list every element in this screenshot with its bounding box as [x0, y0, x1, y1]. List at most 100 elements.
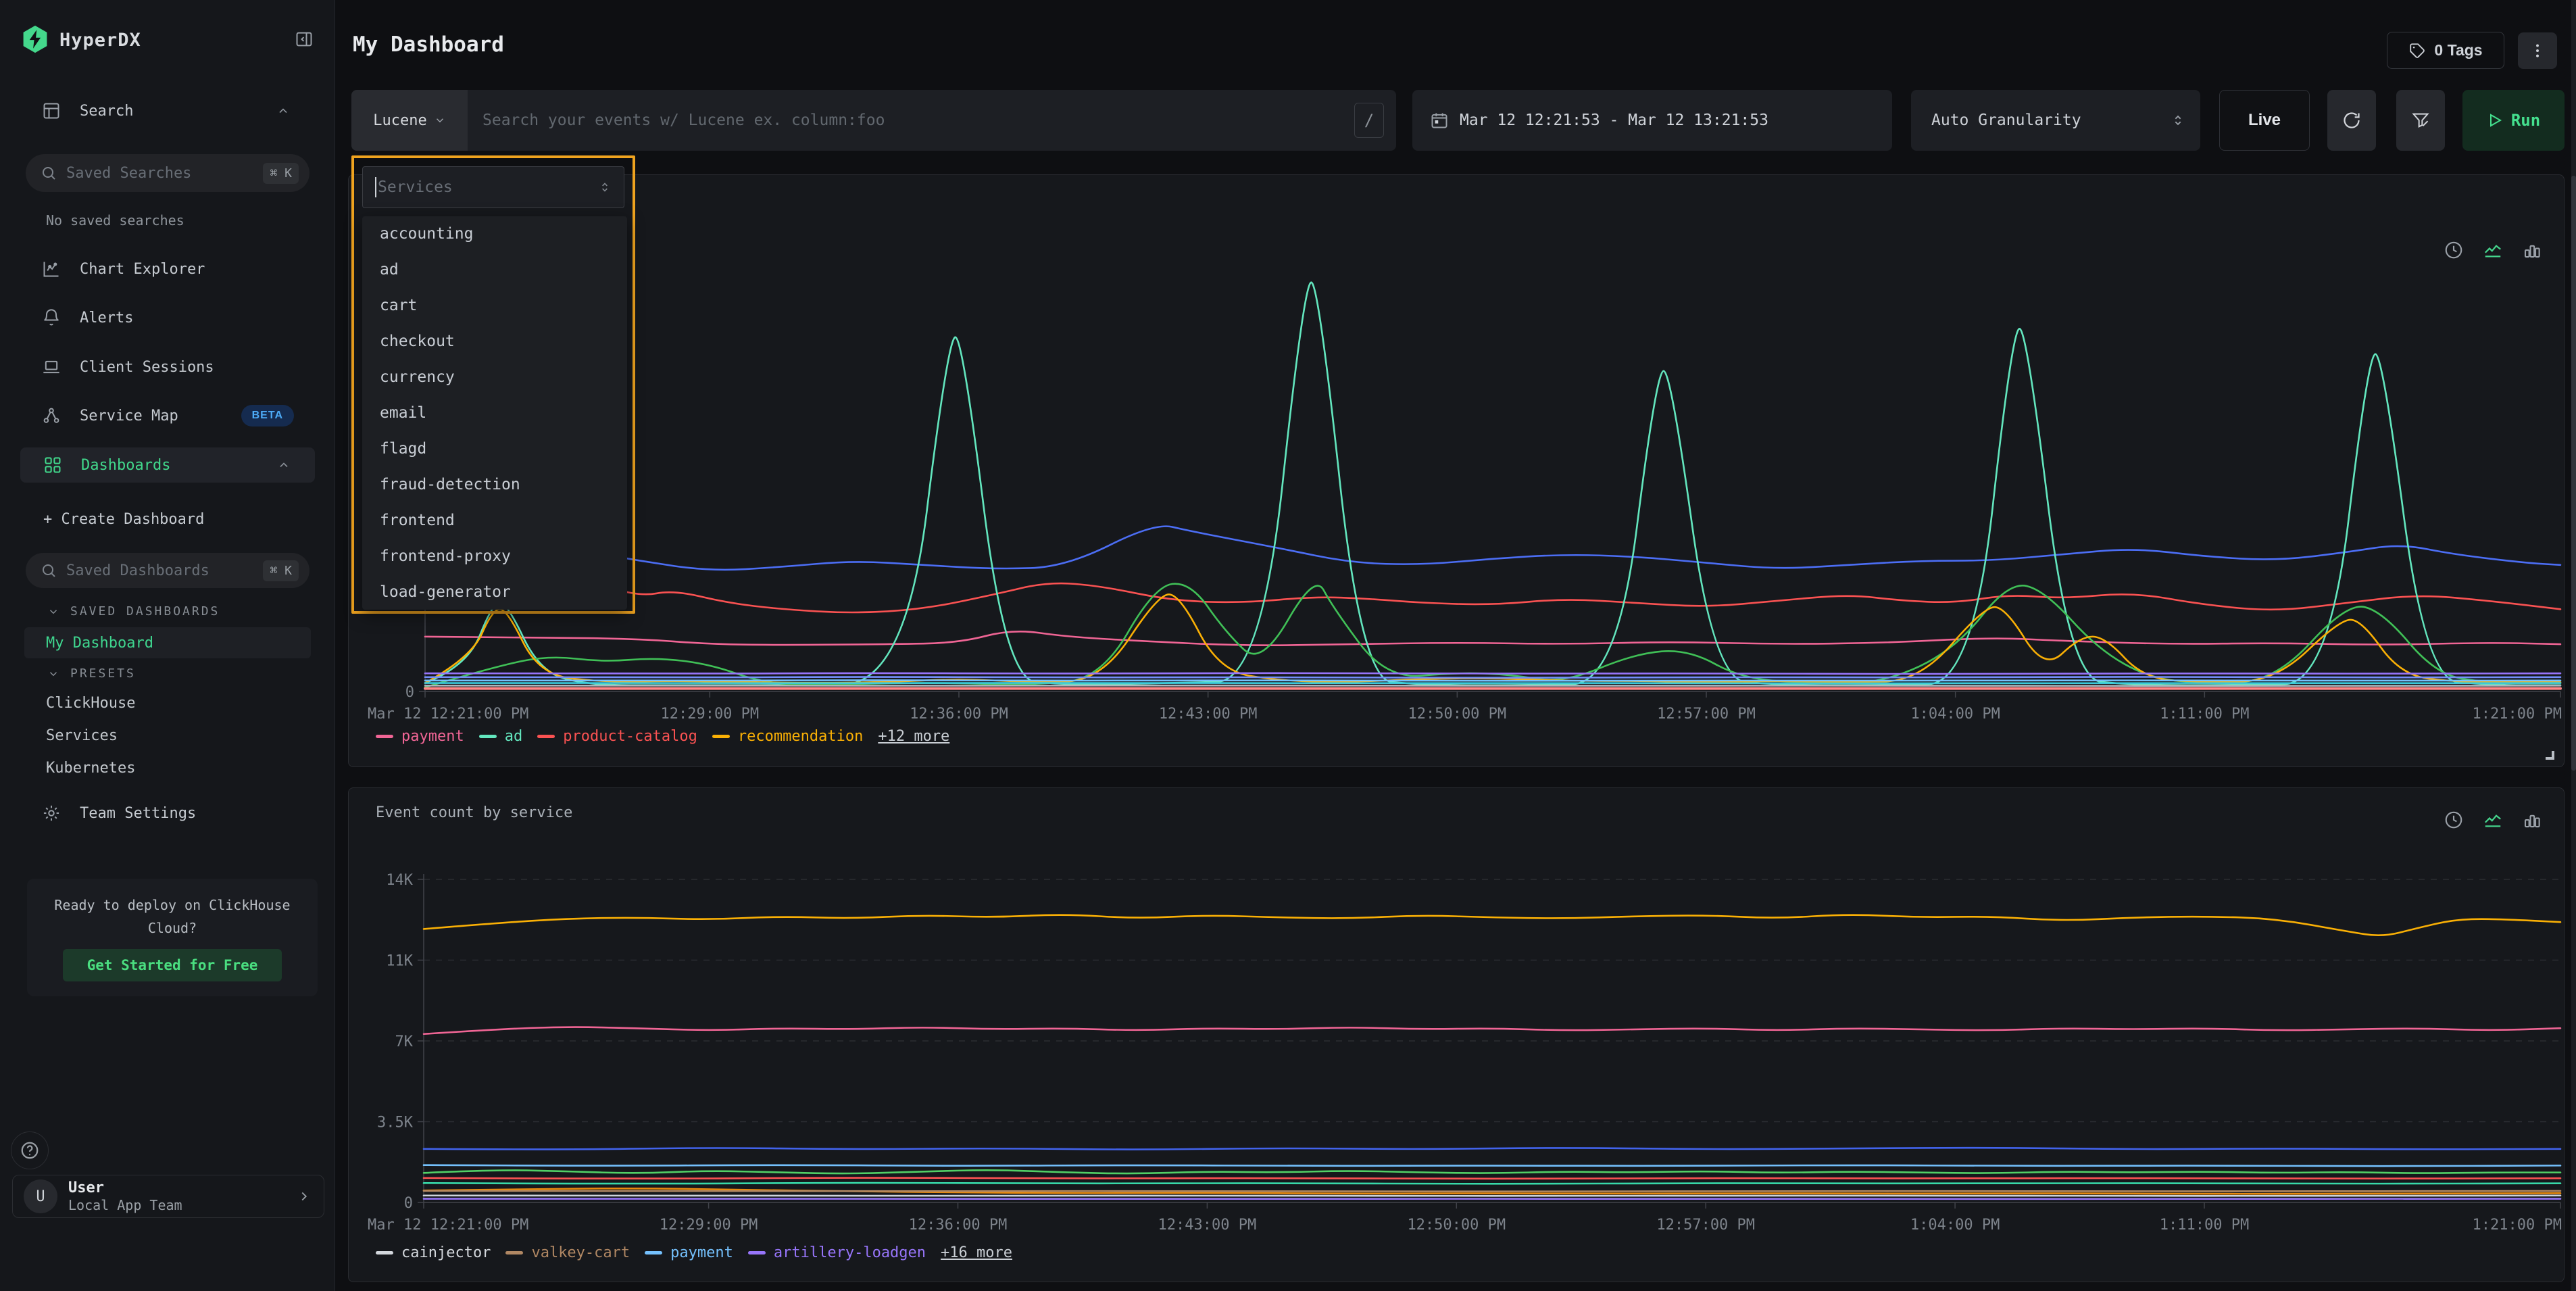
services-option[interactable]: currency: [362, 360, 627, 395]
run-button[interactable]: Run: [2462, 90, 2565, 151]
chart-legend: cainjector valkey-cart payment artillery-lo…: [376, 1244, 1012, 1261]
legend-swatch: [748, 1251, 766, 1255]
legend-item[interactable]: artillery-loadgen: [748, 1244, 926, 1261]
collapse-sidebar-icon[interactable]: [295, 30, 314, 49]
services-options: accountingadcartcheckoutcurrencyemailfla…: [362, 216, 627, 610]
saved-dashboards-input[interactable]: Saved Dashboards ⌘ K: [26, 553, 309, 588]
svg-text:11K: 11K: [386, 953, 413, 970]
svg-text:1:21:00 PM: 1:21:00 PM: [2473, 706, 2562, 723]
saved-dashboard-item[interactable]: My Dashboard: [24, 627, 311, 658]
services-placeholder: Services: [378, 178, 598, 196]
saved-searches-input[interactable]: Saved Searches ⌘ K: [26, 154, 309, 192]
search-icon: [41, 562, 57, 579]
page-title: My Dashboard: [353, 32, 504, 57]
help-button[interactable]: [11, 1131, 49, 1169]
legend-swatch: [537, 735, 555, 738]
time-range-picker[interactable]: Mar 12 12:21:53 - Mar 12 13:21:53: [1412, 90, 1892, 151]
gear-icon: [42, 804, 61, 823]
updown-chevrons-icon: [2171, 113, 2185, 128]
services-option[interactable]: checkout: [362, 324, 627, 360]
services-option[interactable]: frontend: [362, 503, 627, 539]
scrollbar-thumb[interactable]: [2571, 176, 2576, 771]
legend-item[interactable]: cainjector: [376, 1244, 491, 1261]
brand-name: HyperDX: [59, 30, 141, 51]
user-name: User: [68, 1179, 297, 1197]
sidebar-item-chart-explorer[interactable]: Chart Explorer: [0, 253, 335, 285]
preset-item-services[interactable]: Services: [46, 727, 118, 744]
services-option[interactable]: load-generator: [362, 575, 627, 610]
hyperdx-app: HyperDX Search Saved Searches ⌘ K No sav…: [0, 0, 2576, 1291]
legend-item[interactable]: payment: [376, 728, 464, 745]
service-map-icon: [42, 406, 61, 425]
search-board-icon: [42, 101, 61, 120]
services-option[interactable]: fraud-detection: [362, 467, 627, 503]
legend-item[interactable]: payment: [645, 1244, 733, 1261]
text-caret: [375, 177, 376, 197]
legend-label: product-catalog: [563, 728, 697, 745]
query-language-select[interactable]: Lucene: [351, 90, 468, 151]
services-select-input[interactable]: Services: [362, 166, 624, 208]
sidebar-item-label: Client Sessions: [80, 359, 214, 376]
legend-item[interactable]: valkey-cart: [505, 1244, 630, 1261]
legend-more-link[interactable]: +12 more: [878, 728, 949, 745]
services-option[interactable]: ad: [362, 252, 627, 288]
page-scrollbar[interactable]: [2571, 0, 2576, 1291]
sidebar-item-search[interactable]: Search: [0, 95, 335, 126]
event-search-bar[interactable]: Lucene Search your events w/ Lucene ex. …: [351, 90, 1396, 151]
granularity-select[interactable]: Auto Granularity: [1911, 90, 2200, 151]
services-option[interactable]: email: [362, 395, 627, 431]
search-input-placeholder: Search your events w/ Lucene ex. column:…: [468, 112, 1354, 129]
svg-text:1:21:00 PM: 1:21:00 PM: [2473, 1217, 2562, 1234]
dashboard-menu-button[interactable]: [2518, 32, 2557, 69]
svg-text:0: 0: [405, 684, 414, 701]
dashboards-grid-icon: [43, 456, 62, 474]
section-saved-dashboards[interactable]: SAVED DASHBOARDS: [47, 604, 220, 618]
filter-button[interactable]: [2396, 90, 2445, 151]
shortcut-badge: ⌘ K: [263, 560, 299, 581]
tags-button[interactable]: 0 Tags: [2387, 32, 2504, 69]
sidebar-item-team-settings[interactable]: Team Settings: [0, 798, 335, 829]
live-button[interactable]: Live: [2219, 90, 2310, 151]
kebab-icon: [2529, 42, 2546, 59]
user-menu[interactable]: U User Local App Team: [12, 1175, 324, 1218]
refresh-button[interactable]: [2327, 90, 2376, 151]
line-chart-2[interactable]: 14K11K7K3.5K0Mar 12 12:21:00 PM12:29:00 …: [349, 788, 2565, 1283]
svg-text:Mar 12 12:21:00 PM: Mar 12 12:21:00 PM: [368, 1217, 528, 1234]
tag-icon: [2408, 42, 2426, 59]
user-team: Local App Team: [68, 1197, 297, 1213]
slash-shortcut-badge: /: [1354, 103, 1384, 138]
legend-swatch: [712, 735, 730, 738]
svg-text:1:11:00 PM: 1:11:00 PM: [2160, 1217, 2249, 1234]
legend-swatch: [479, 735, 497, 738]
sidebar-item-alerts[interactable]: Alerts: [0, 302, 335, 333]
svg-text:12:57:00 PM: 12:57:00 PM: [1656, 1217, 1755, 1234]
get-started-button[interactable]: Get Started for Free: [63, 949, 282, 981]
sidebar-item-client-sessions[interactable]: Client Sessions: [0, 351, 335, 383]
line-chart-1[interactable]: 0Mar 12 12:21:00 PM12:29:00 PM12:36:00 P…: [349, 175, 2565, 768]
services-option[interactable]: frontend-proxy: [362, 539, 627, 575]
legend-swatch: [376, 1251, 393, 1255]
create-dashboard-button[interactable]: + Create Dashboard: [43, 511, 204, 528]
svg-text:12:36:00 PM: 12:36:00 PM: [910, 706, 1008, 723]
preset-item-kubernetes[interactable]: Kubernetes: [46, 760, 135, 777]
legend-item[interactable]: product-catalog: [537, 728, 697, 745]
services-filter-popover: Services accountingadcartcheckoutcurrenc…: [351, 155, 635, 614]
panel-resize-handle[interactable]: [2546, 751, 2554, 760]
sidebar-item-label: Service Map: [80, 408, 178, 424]
svg-text:Mar 12 12:21:00 PM: Mar 12 12:21:00 PM: [368, 706, 528, 723]
chart-panel-1: Event count by service 0Mar 12 12:21:00 …: [348, 174, 2565, 767]
services-option[interactable]: cart: [362, 288, 627, 324]
legend-item[interactable]: ad: [479, 728, 523, 745]
legend-label: recommendation: [738, 728, 863, 745]
legend-more-link[interactable]: +16 more: [941, 1244, 1012, 1261]
svg-text:7K: 7K: [395, 1033, 414, 1050]
services-option[interactable]: accounting: [362, 216, 627, 252]
section-presets[interactable]: PRESETS: [47, 666, 136, 681]
preset-item-clickhouse[interactable]: ClickHouse: [46, 695, 135, 712]
sidebar-item-service-map[interactable]: Service Map BETA: [0, 400, 335, 431]
sidebar-item-dashboards[interactable]: Dashboards: [20, 447, 315, 483]
saved-dashboards-placeholder: Saved Dashboards: [66, 562, 263, 579]
svg-text:12:43:00 PM: 12:43:00 PM: [1158, 1217, 1257, 1234]
legend-item[interactable]: recommendation: [712, 728, 863, 745]
services-option[interactable]: flagd: [362, 431, 627, 467]
